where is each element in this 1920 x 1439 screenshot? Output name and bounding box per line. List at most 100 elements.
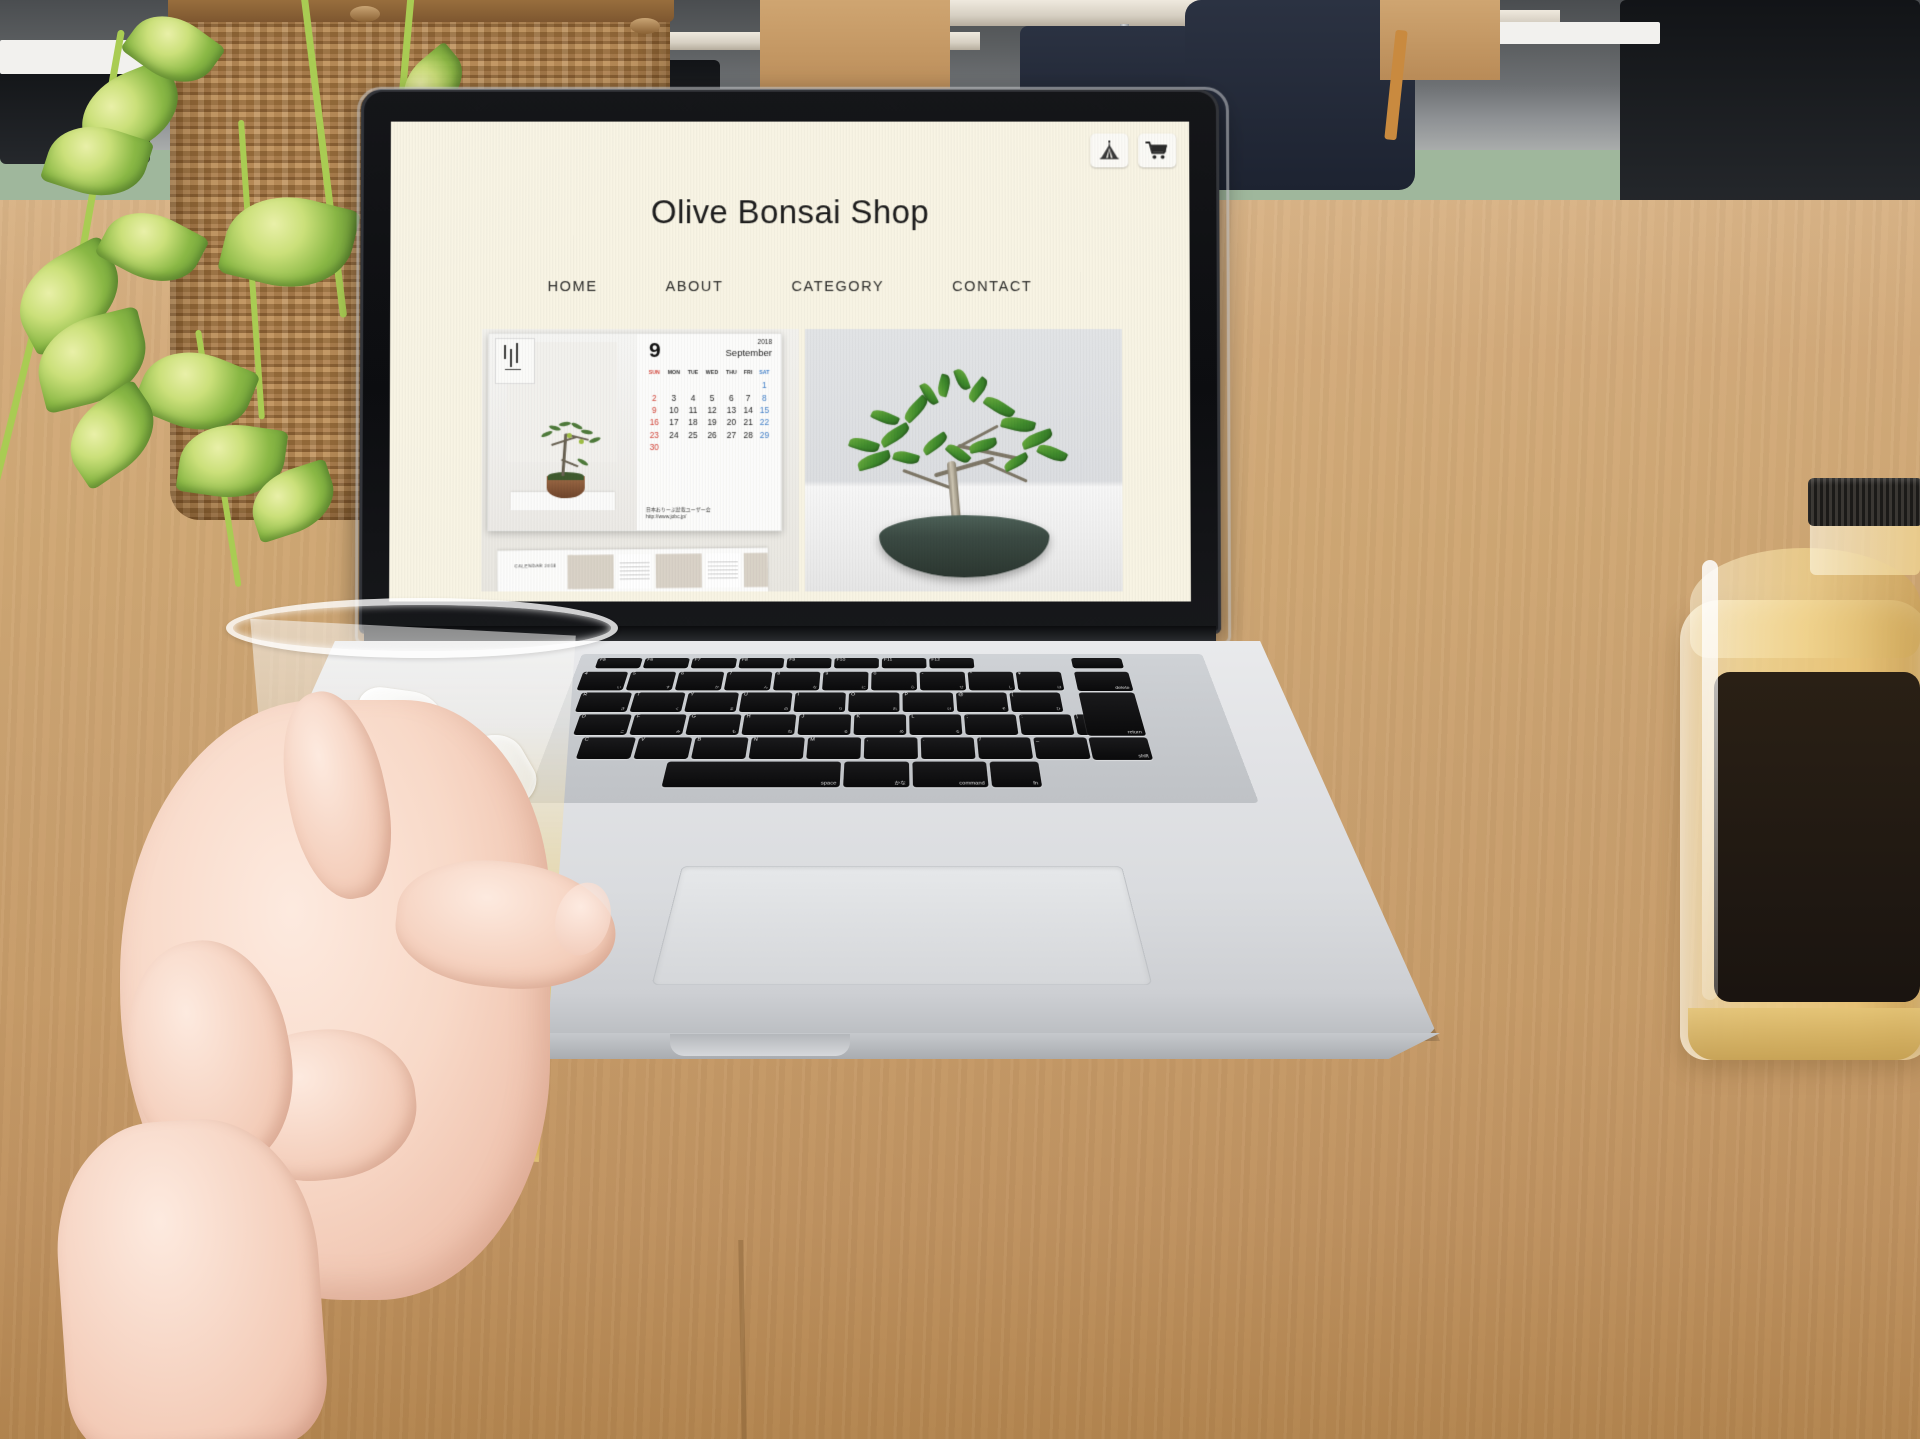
key-b[interactable]: B [690,737,749,760]
key-;[interactable]: ; [963,714,1019,735]
key-j[interactable]: Jる [797,714,852,735]
calendar-day: 23 [649,429,659,440]
calendar-week: 1 [645,379,773,391]
key-f5[interactable]: F5 [594,658,643,669]
basket-rim [168,0,674,22]
key-f6[interactable]: F6 [642,658,690,669]
calendar-day: 20 [726,417,737,428]
key-kana[interactable]: かな [843,761,910,788]
keyboard-row: F5 F6 F7 F8 F9 F10 F11 F12 [594,658,975,669]
key-6[interactable]: 6か [674,671,725,691]
key-9[interactable]: 9に [821,671,869,691]
calendar-photo: 9 2018 September SUN MON TUE WED THU FRI SAT 1… [481,329,800,592]
key-n[interactable]: N [748,737,805,760]
key-k[interactable]: Kめ [853,714,907,735]
tent-icon[interactable] [1090,133,1129,168]
calendar-day: 8 [762,392,767,403]
key-/[interactable]: / [976,737,1034,760]
nav-item-contact[interactable]: CONTACT [952,279,1032,295]
calendar-day [664,441,685,453]
key-8[interactable]: 8な [772,671,821,691]
key-fn[interactable]: fn [989,761,1043,788]
key-t[interactable]: Tく [629,692,686,713]
key-delete[interactable]: delete [1073,671,1134,692]
key-@[interactable]: @ そ [955,692,1009,713]
header-icons [1090,133,1177,168]
gallery-item-bonsai[interactable] [804,329,1123,592]
key-c[interactable]: C [575,737,637,760]
key-_[interactable]: _ [1033,737,1091,760]
key-f[interactable]: Fみ [629,714,687,735]
calendar-photo-panel [488,334,638,531]
key-o[interactable]: Oれ [848,692,900,713]
key-^[interactable]: ^ し [967,671,1016,691]
keyboard[interactable]: F5 F6 F7 F8 F9 F10 F11 F12 4 い 5 す 6 か 7 ん 8 な 9 に 0 ら - せ ^ し ¥ は R… [525,654,1259,803]
trackpad[interactable] [651,866,1153,986]
calendar-day: 5 [709,392,715,403]
key-7[interactable]: 7ん [723,671,773,691]
calendar-day: 15 [759,404,770,415]
key-5[interactable]: 5す [625,671,677,691]
key-,[interactable]: , [863,737,918,760]
key-h[interactable]: Hね [741,714,797,735]
key-v[interactable]: V [633,737,693,760]
key-p[interactable]: Pけ [902,692,955,713]
key-f11[interactable]: F11 [881,658,927,669]
key--[interactable]: -せ [919,671,967,691]
calendar-day: 17 [669,417,679,428]
key-u[interactable]: Uの [738,692,793,713]
key-space[interactable]: space [661,761,842,788]
calendar-day: 18 [688,417,698,428]
key-f10[interactable]: F10 [833,658,879,669]
key-g[interactable]: Gも [685,714,742,735]
calendar-day: 6 [729,392,734,403]
key-command[interactable]: command [912,761,989,788]
calendar-day [684,441,702,453]
calendar-day: 29 [759,429,770,440]
cart-icon[interactable] [1138,133,1177,168]
page-title: Olive Bonsai Shop [651,193,929,231]
bonsai-leaf [953,367,971,392]
key-f7[interactable]: F7 [690,658,738,669]
bonsai-photo [804,329,1123,592]
key-d[interactable]: Dこ [573,714,632,735]
key-[[interactable]: [ひ [1009,692,1064,713]
calendar-weekday: FRI [743,369,753,376]
key-4[interactable]: 4い [576,671,629,691]
calendar-week: 16 17 18 19 20 21 22 [645,416,773,428]
key-f12[interactable]: F12 [929,658,975,669]
gallery-item-calendar[interactable]: 9 2018 September SUN MON TUE WED THU FRI SAT 1… [481,329,800,592]
keyboard-row: R き T く Y ま U の I り O れ P け @ そ[ひ [574,692,1064,713]
calendar-month-number: 9 [648,339,661,362]
key-.[interactable]: . [920,737,976,760]
key-f9[interactable]: F9 [786,658,832,669]
key-return[interactable]: return [1078,692,1147,736]
key-i[interactable]: Iり [793,692,846,713]
nav-item-home[interactable]: HOME [548,279,598,295]
key-0[interactable]: 0ら [871,671,918,691]
calendar-day: 11 [688,404,698,415]
calendar-day: 7 [745,392,751,403]
calendar-day: 3 [671,392,677,403]
key-l[interactable]: Lろ [909,714,963,735]
calendar-weekday: SAT [759,369,770,376]
nav-item-about[interactable]: ABOUT [666,279,724,295]
bonsai-leaf [870,406,901,429]
calendar-day: 26 [707,429,717,440]
key-shift[interactable]: shift [1088,737,1154,760]
calendar-weekday: SUN [648,369,660,376]
key-:[interactable]: : [1018,714,1075,735]
calendar-day [756,441,773,453]
calendar-day: 10 [669,404,679,415]
nav-item-category[interactable]: CATEGORY [791,279,884,295]
key-r[interactable]: Rき [574,692,633,713]
calendar-day: 28 [743,429,753,440]
key-¥[interactable]: ¥ は [1015,671,1065,691]
power-button[interactable] [1070,658,1125,669]
calendar-wall-art [494,338,536,385]
key-y[interactable]: Yま [684,692,740,713]
key-f8[interactable]: F8 [738,658,785,669]
key-m[interactable]: M [806,737,862,760]
keyboard-modifier-row: space かな command fn [661,761,1043,788]
bottle-label [1714,672,1920,1002]
